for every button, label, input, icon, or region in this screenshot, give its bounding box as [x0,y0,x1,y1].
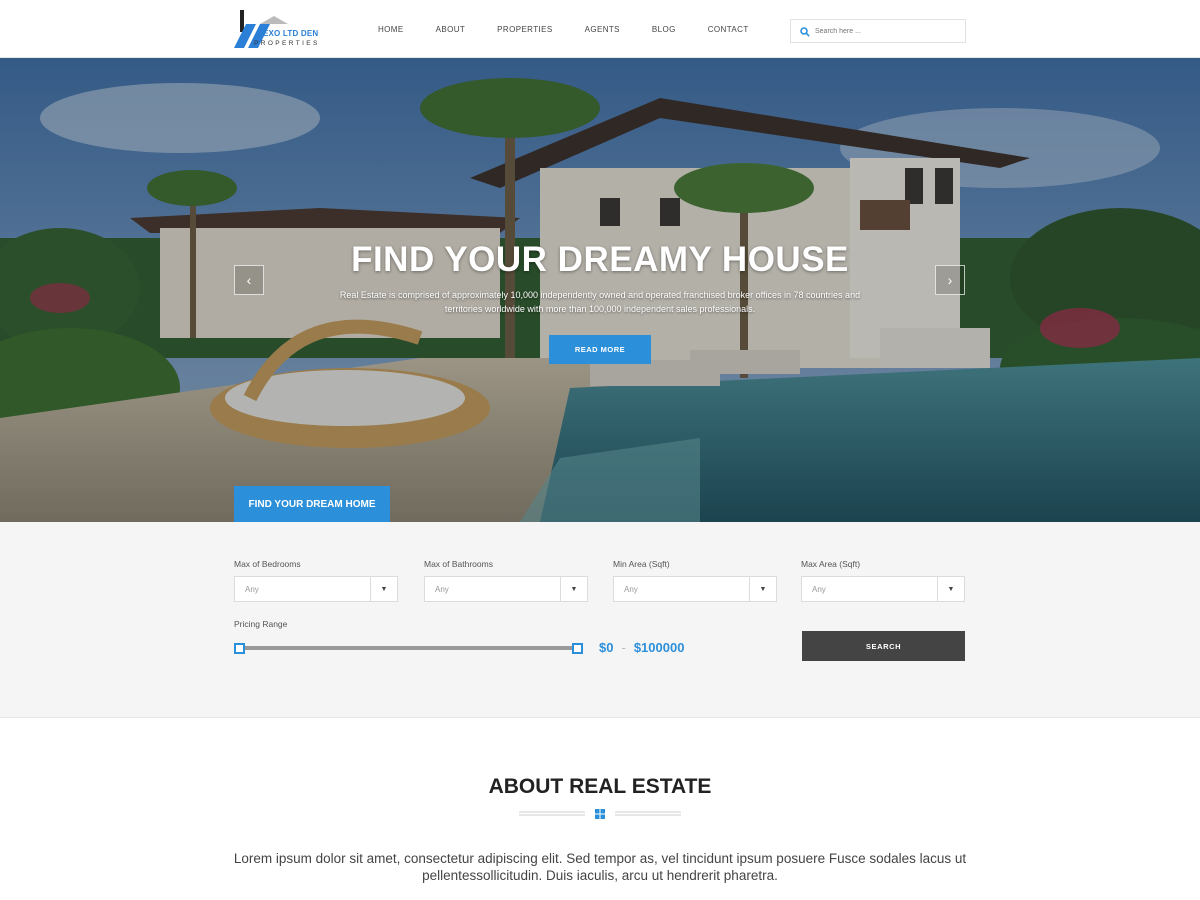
price-range-display: $0- $100000 [599,640,684,655]
price-max-value: $100000 [633,640,685,655]
bathrooms-label: Max of Bathrooms [424,559,493,569]
max-area-field: Max Area (Sqft) Any ▼ [801,559,965,602]
nav-home[interactable]: HOME [378,25,404,34]
find-dream-home-tab[interactable]: FIND YOUR DREAM HOME [234,486,390,522]
section-divider-icon [519,809,681,819]
min-area-label: Min Area (Sqft) [613,559,670,569]
caret-down-icon: ▼ [937,577,964,601]
nav-blog[interactable]: BLOG [652,25,676,34]
bathrooms-select[interactable]: Any ▼ [424,576,588,602]
hero-slider: ‹ › FIND YOUR DREAMY HOUSE Real Estate i… [0,58,1200,522]
main-nav: HOME ABOUT PROPERTIES AGENTS BLOG CONTAC… [362,0,765,58]
hero-title: FIND YOUR DREAMY HOUSE [351,240,849,279]
max-area-label: Max Area (Sqft) [801,559,861,569]
bedrooms-label: Max of Bedrooms [234,559,301,569]
bedrooms-value: Any [245,585,259,594]
caret-down-icon: ▼ [370,577,397,601]
max-area-value: Any [812,585,826,594]
price-slider-track[interactable] [239,646,577,650]
pricing-range-label: Pricing Range [234,619,288,629]
min-area-field: Min Area (Sqft) Any ▼ [613,559,777,602]
price-min-value: $0 [599,640,614,655]
min-area-select[interactable]: Any ▼ [613,576,777,602]
brand-name: HEXO LTD DEN [257,29,319,38]
search-icon[interactable] [800,27,810,37]
search-input[interactable] [815,23,960,39]
header-search [790,19,966,43]
about-title: ABOUT REAL ESTATE [488,775,712,798]
price-slider-max-handle[interactable] [572,643,583,654]
bathrooms-field: Max of Bathrooms Any ▼ [424,559,588,602]
price-separator: - [621,640,626,655]
caret-down-icon: ▼ [749,577,776,601]
nav-properties[interactable]: PROPERTIES [497,25,552,34]
bedrooms-field: Max of Bedrooms Any ▼ [234,559,398,602]
about-description: Lorem ipsum dolor sit amet, consectetur … [233,851,967,883]
read-more-button[interactable]: READ MORE [549,335,651,364]
brand-subtitle: PROPERTIES [254,40,320,47]
hero-description: Real Estate is comprised of approximatel… [339,290,861,314]
price-slider-min-handle[interactable] [234,643,245,654]
bathrooms-value: Any [435,585,449,594]
min-area-value: Any [624,585,638,594]
max-area-select[interactable]: Any ▼ [801,576,965,602]
bedrooms-select[interactable]: Any ▼ [234,576,398,602]
property-search-panel: Max of Bedrooms Any ▼ Max of Bathrooms A… [0,522,1200,718]
nav-agents[interactable]: AGENTS [585,25,620,34]
nav-contact[interactable]: CONTACT [708,25,749,34]
nav-about[interactable]: ABOUT [436,25,466,34]
brand-logo[interactable]: HEXO LTD DEN PROPERTIES [234,10,334,48]
search-button[interactable]: SEARCH [802,631,965,661]
caret-down-icon: ▼ [560,577,587,601]
site-header: HEXO LTD DEN PROPERTIES HOME ABOUT PROPE… [0,0,1200,58]
